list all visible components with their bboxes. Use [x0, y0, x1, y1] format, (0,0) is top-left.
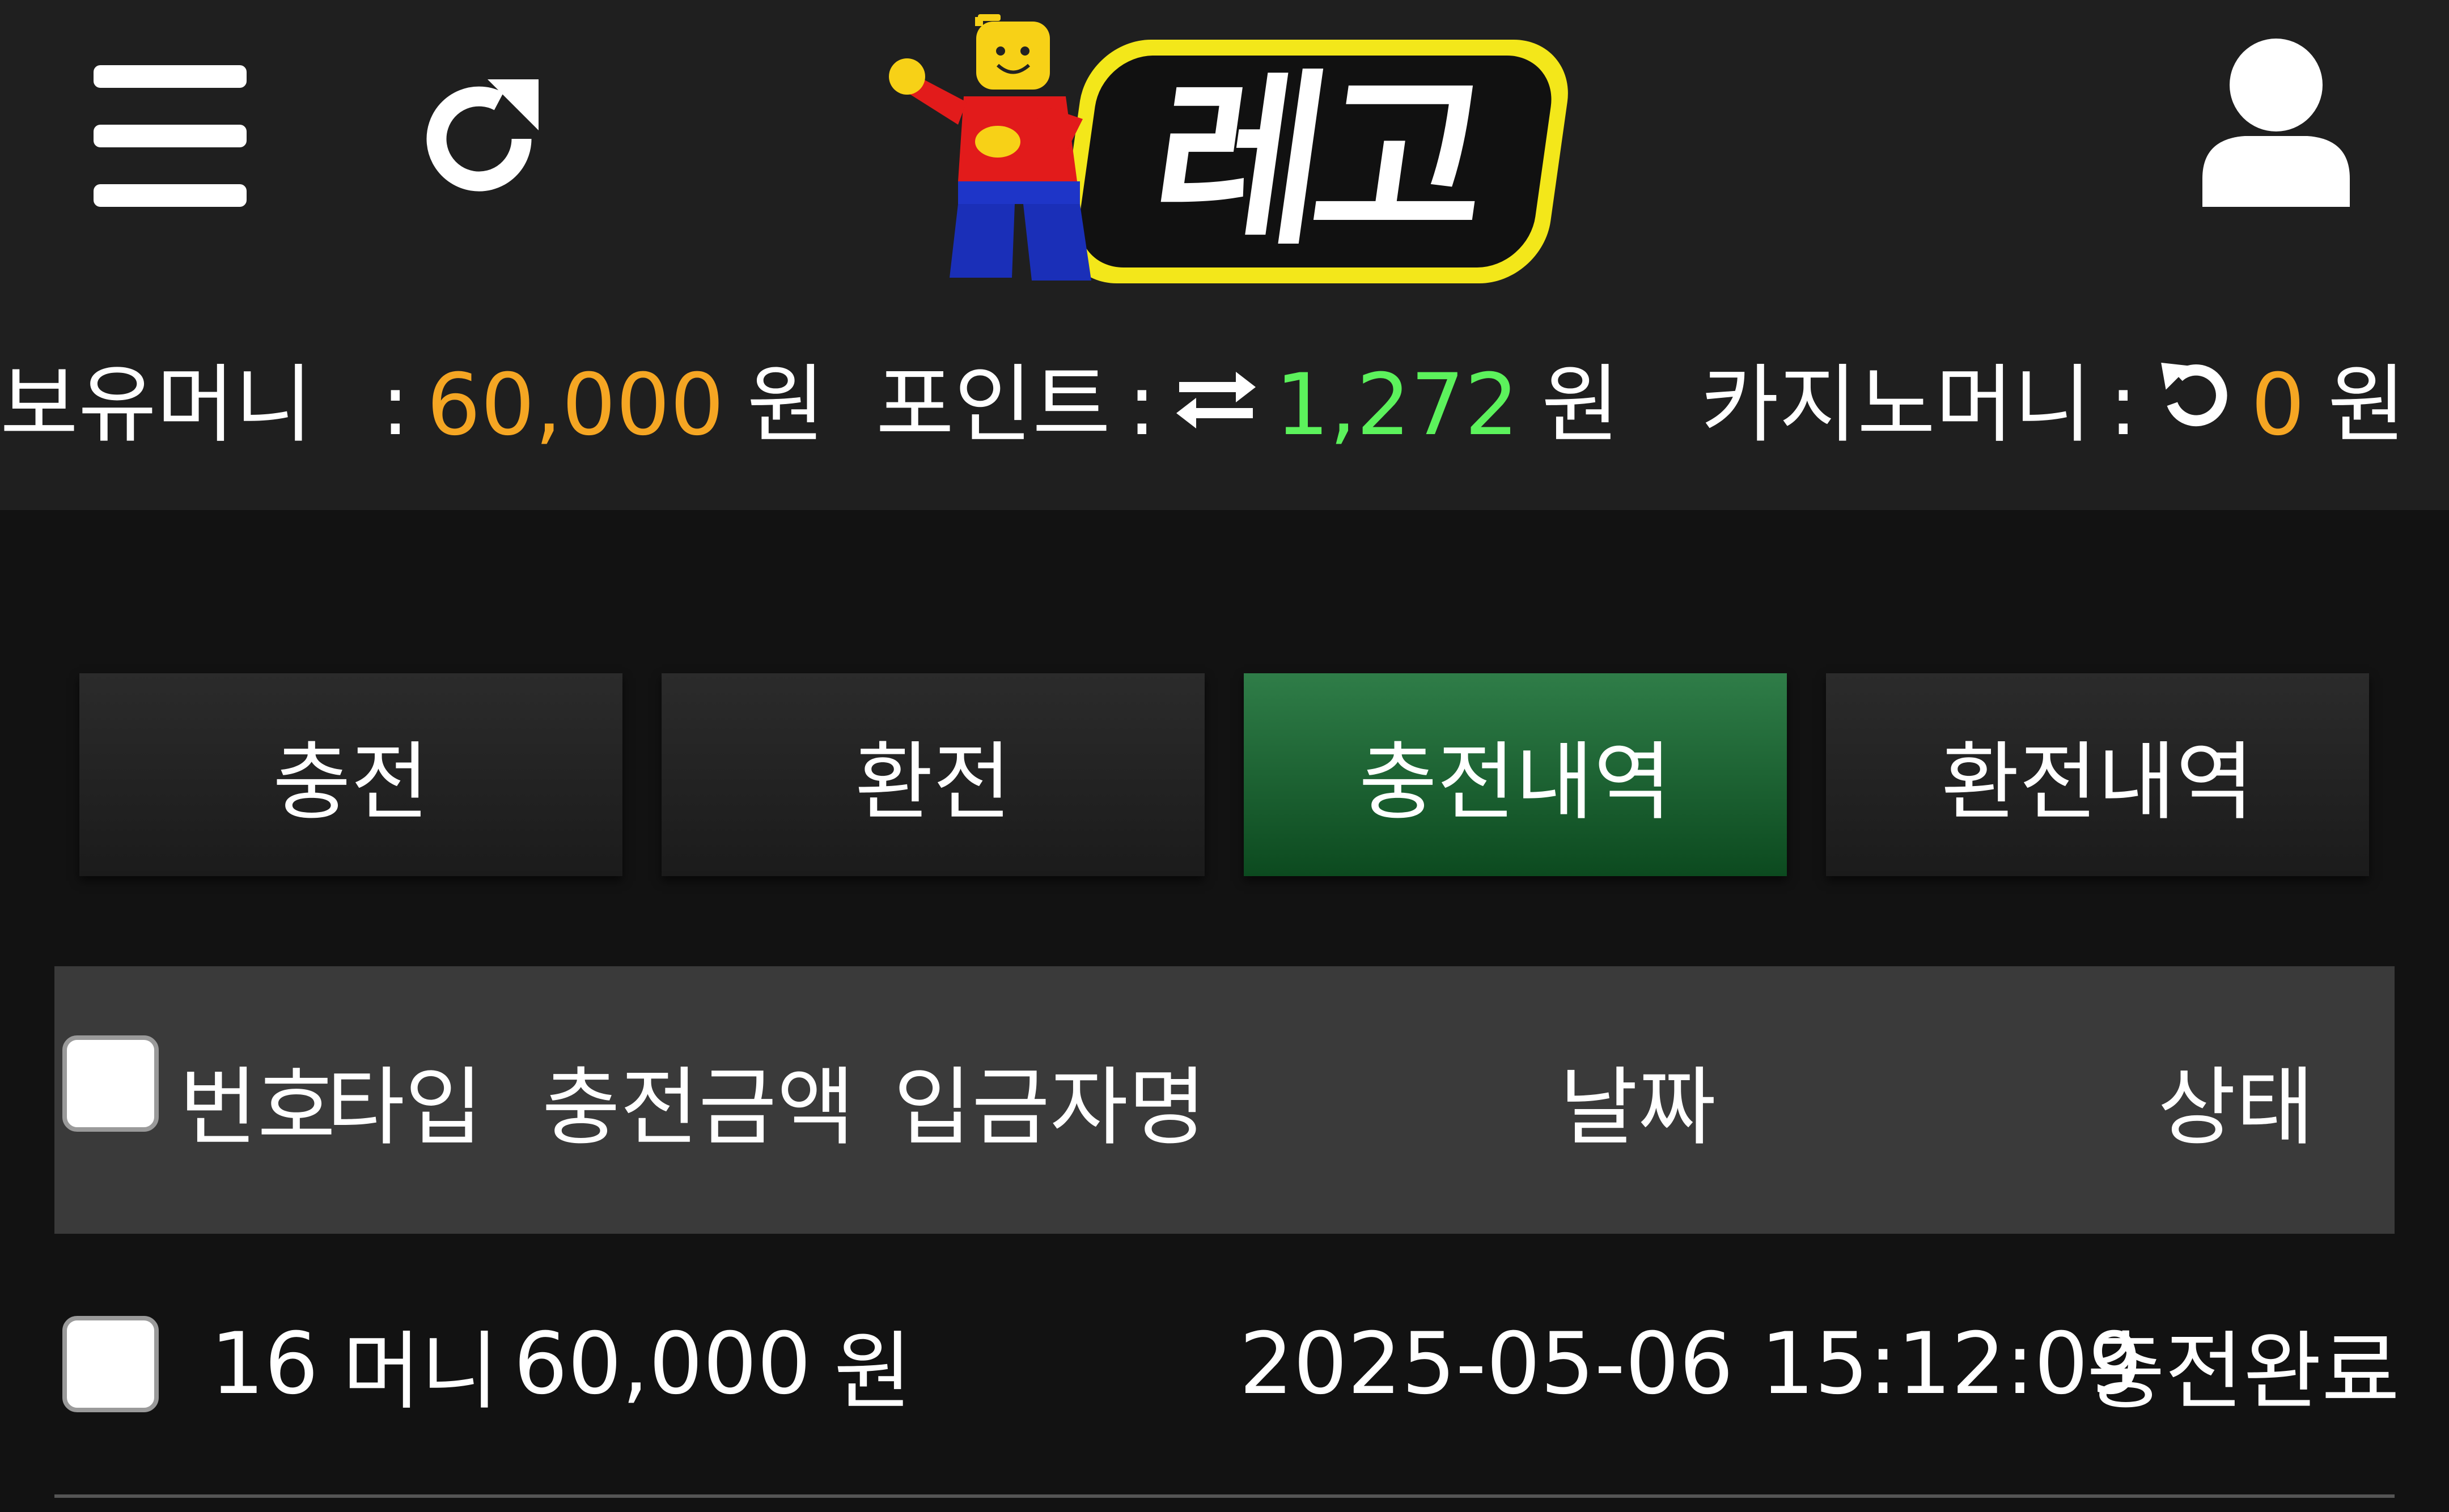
point-balance: 포인트 : 1,272 원 [876, 340, 1620, 470]
cell-amount-unit: 원 [833, 1322, 912, 1421]
point-balance-unit: 원 [1541, 356, 1620, 455]
balance-bar: 보유머니 : 60,000 원 포인트 : 1,272 원 카지노머니 : 0 … [0, 340, 2449, 470]
logo-text: 레고 [1139, 53, 1492, 270]
separator: : [1128, 356, 1156, 455]
lego-minifigure-logo[interactable]: 레고 [879, 11, 1577, 289]
header-amount: 충전금액 [542, 1058, 855, 1157]
hamburger-menu-icon[interactable] [91, 65, 249, 207]
swap-arrows-icon[interactable] [1173, 340, 1259, 470]
cell-amount: 60,000 원 [514, 1234, 912, 1494]
minifigure-icon [889, 14, 1091, 281]
tab-charge[interactable]: 충전 [79, 673, 622, 876]
cell-number: 16 [210, 1315, 319, 1413]
menu-bar [94, 65, 247, 88]
point-balance-value: 1,272 [1275, 356, 1519, 455]
cell-date: 2025-05-06 15:12:09 [1239, 1315, 2143, 1413]
menu-bar [94, 184, 247, 207]
money-balance-unit: 원 [747, 356, 825, 455]
header-status: 상태 [2158, 1058, 2315, 1157]
user-icon[interactable] [2200, 37, 2353, 213]
header-type: 타입 [327, 1058, 484, 1157]
separator: : [2109, 356, 2138, 455]
header-number: 번호 [179, 1058, 336, 1157]
money-balance-label: 보유머니 [0, 356, 313, 455]
casino-balance-unit: 원 [2328, 356, 2406, 455]
charge-history-table: 번호 타입 충전금액 입금자명 날짜 상태 16 머니 60,000 원 202… [54, 966, 2400, 1498]
table-header: 번호 타입 충전금액 입금자명 날짜 상태 [54, 966, 2395, 1234]
money-balance: 보유머니 : 60,000 원 [0, 340, 825, 470]
header-depositor: 입금자명 [893, 1058, 1207, 1157]
casino-balance-label: 카지노머니 [1701, 356, 2092, 455]
logo-badge: 레고 [1054, 40, 1577, 283]
cell-amount-value: 60,000 [514, 1315, 811, 1413]
cell-type: 머니 [342, 1322, 499, 1421]
point-balance-label: 포인트 [876, 356, 1111, 455]
select-all-checkbox[interactable] [62, 1035, 159, 1132]
top-header: 레고 보유머니: 60,000 원 포인트: 1,272 원 카지노머니:… [0, 0, 2449, 510]
tab-exchange[interactable]: 환전 [662, 673, 1205, 876]
money-balance-value: 60,000 [426, 356, 724, 455]
tab-exchange-history[interactable]: 환전내역 [1826, 673, 2369, 876]
wallet-tabs: 충전 환전 충전내역 환전내역 [79, 673, 2370, 876]
separator: : [381, 356, 410, 455]
header-date: 날짜 [1560, 1058, 1717, 1157]
menu-bar [94, 125, 247, 147]
table-row[interactable]: 16 머니 60,000 원 2025-05-06 15:12:09 충전완료 [54, 1234, 2400, 1498]
row-checkbox[interactable] [62, 1316, 159, 1412]
refresh-icon[interactable] [408, 68, 550, 210]
status-badge: 충전완료 [2087, 1322, 2400, 1421]
casino-balance-value: 0 [2251, 356, 2305, 455]
tab-charge-history[interactable]: 충전내역 [1244, 673, 1787, 876]
rotate-ccw-icon[interactable] [2155, 340, 2234, 470]
casino-balance: 카지노머니 : 0 원 [1701, 340, 2406, 470]
